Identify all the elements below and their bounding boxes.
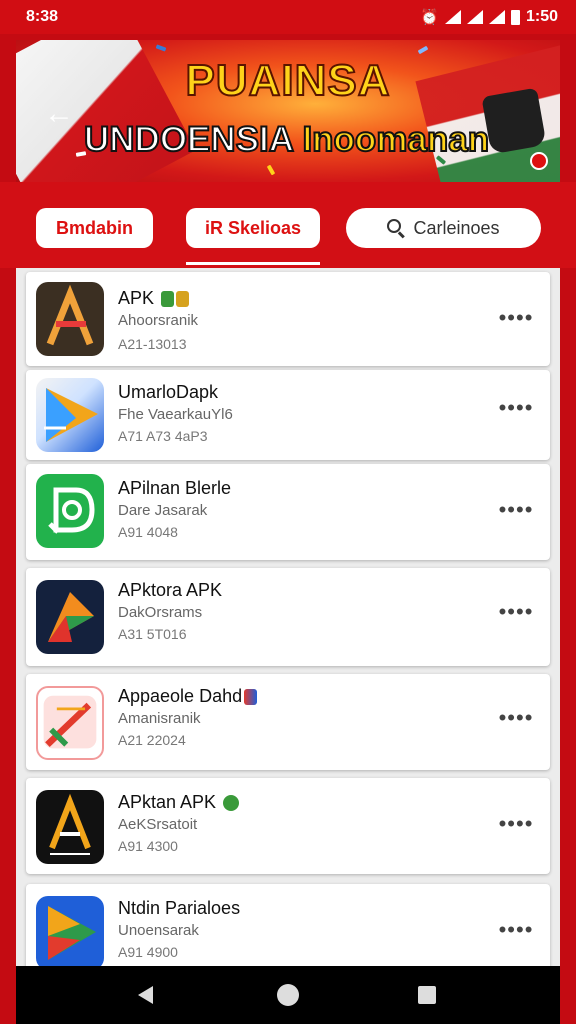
more-options-icon[interactable]: ••••	[496, 813, 536, 835]
more-options-icon[interactable]: ••••	[496, 707, 536, 729]
app-developer: Fhe VaearkauYl6	[118, 406, 233, 423]
alarm-icon: ⏰	[420, 9, 439, 26]
status-icons: ⏰ 1:50	[420, 8, 558, 26]
app-developer: Amanisranik	[118, 710, 201, 727]
signal-icon-2	[466, 10, 483, 24]
app-name: APK	[118, 288, 190, 309]
p-letter-icon	[36, 580, 104, 654]
tab-skelioas[interactable]: iR Skelioas	[186, 208, 320, 248]
app-developer: Ahoorsranik	[118, 312, 199, 329]
banner-subtitle-main: UNDOENSIA	[83, 119, 294, 160]
banner-subtitle: UNDOENSIA Inoomanan	[83, 119, 490, 160]
active-tab-indicator	[186, 262, 320, 265]
status-clock: 1:50	[525, 8, 558, 25]
play-triangle-icon	[36, 896, 104, 966]
header-banner: ← PUAINSA UNDOENSIA Inoomanan	[16, 40, 560, 182]
app-name: APktora APK	[118, 580, 223, 600]
nav-recents-icon[interactable]	[418, 986, 436, 1004]
system-nav-bar	[16, 966, 560, 1024]
more-options-icon[interactable]: ••••	[496, 919, 536, 941]
app-name: Ntdin Parialoes	[118, 898, 241, 918]
search-button[interactable]: Carleinoes	[346, 208, 541, 248]
app-version: A91 4048	[118, 524, 178, 540]
app-version: A21-13013	[118, 336, 187, 352]
search-label: Carleinoes	[413, 217, 500, 238]
a-triangle-icon	[36, 790, 104, 864]
more-options-icon[interactable]: ••••	[496, 499, 536, 521]
chat-bubble-icon	[36, 474, 104, 548]
list-item[interactable]: APktan APK AeKSrsatoit A91 4300 ••••	[26, 778, 550, 874]
confetti-decoration	[417, 45, 429, 55]
badge-emblem-icon	[530, 152, 548, 170]
list-item[interactable]: Ntdin Parialoes Unoensarak A91 4900 ••••	[26, 884, 550, 966]
green-badge-icon	[223, 795, 240, 812]
more-options-icon[interactable]: ••••	[496, 601, 536, 623]
battery-icon	[510, 9, 520, 25]
app-version: A71 A73 4aP3	[118, 428, 208, 444]
tab-bmdabin[interactable]: Bmdabin	[36, 208, 153, 248]
app-version: A91 4900	[118, 944, 178, 960]
search-icon	[387, 219, 406, 239]
nav-home-icon[interactable]	[277, 984, 299, 1006]
app-version: A31 5T016	[118, 626, 187, 642]
banner-subtitle-accent: Inoomanan	[301, 119, 490, 160]
list-item[interactable]: UmarloDapk Fhe VaearkauYl6 A71 A73 4aP3 …	[26, 370, 550, 460]
more-options-icon[interactable]: ••••	[496, 307, 536, 329]
app-developer: AeKSrsatoit	[118, 816, 198, 833]
app-name: UmarloDapk	[118, 382, 219, 402]
confetti-decoration	[155, 44, 167, 52]
list-item[interactable]: APktora APK DakOrsrams A31 5T016 ••••	[26, 568, 550, 666]
app-name: APilnan Blerle	[118, 478, 232, 498]
app-developer: DakOrsrams	[118, 604, 203, 621]
app-developer: Unoensarak	[118, 922, 199, 939]
play-store-icon	[36, 686, 104, 760]
green-badge-icon	[161, 291, 175, 308]
app-version: A21 22024	[118, 732, 186, 748]
a-letter-icon	[36, 282, 104, 356]
arrow-play-icon	[36, 378, 104, 452]
list-item[interactable]: APK Ahoorsranik A21-13013 ••••	[26, 272, 550, 366]
status-time: 8:38	[26, 8, 59, 25]
signal-icon-3	[488, 10, 505, 24]
nav-back-icon[interactable]	[138, 986, 153, 1004]
app-name: Appaeole Dahd	[118, 686, 258, 707]
app-version: A91 4300	[118, 838, 178, 854]
signal-icon	[444, 10, 461, 24]
multi-badge-icon	[244, 689, 258, 706]
app-developer: Dare Jasarak	[118, 502, 208, 519]
more-options-icon[interactable]: ••••	[496, 397, 536, 419]
list-item[interactable]: Appaeole Dahd Amanisranik A21 22024 ••••	[26, 674, 550, 770]
app-name: APktan APK	[118, 792, 240, 813]
confetti-decoration	[266, 164, 276, 176]
app-list: APK Ahoorsranik A21-13013 •••• UmarloDap…	[16, 268, 560, 966]
status-bar: 8:38 ⏰ 1:50	[0, 0, 576, 34]
banner-title: PUAINSA	[184, 55, 391, 106]
yellow-badge-icon	[176, 291, 190, 308]
list-item[interactable]: APilnan Blerle Dare Jasarak A91 4048 •••…	[26, 464, 550, 560]
